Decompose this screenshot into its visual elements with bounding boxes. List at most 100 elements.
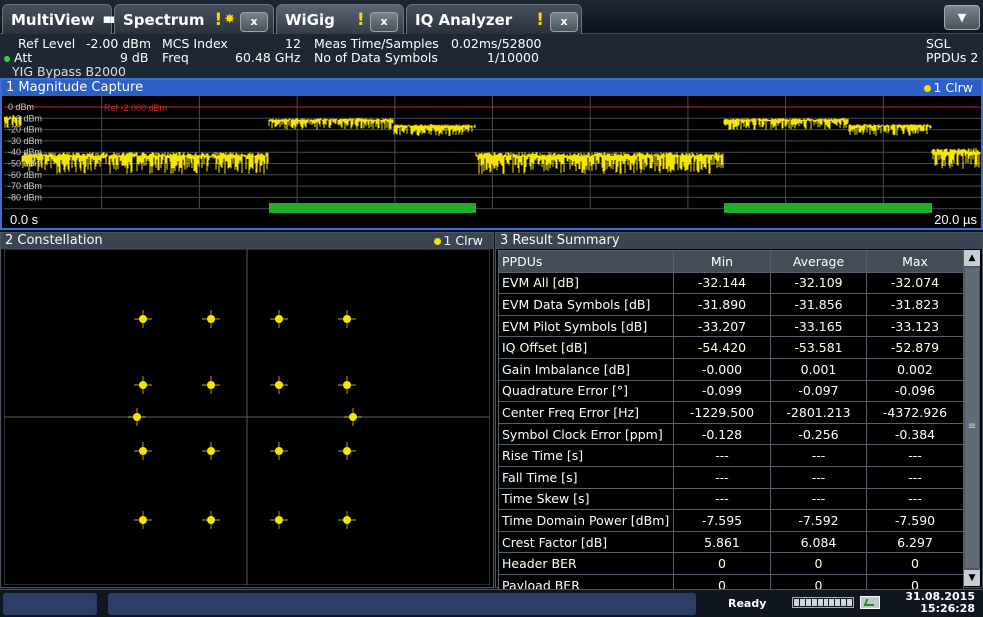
close-tab-button[interactable]: x (550, 12, 578, 32)
row-value: --- (770, 487, 867, 511)
window-title: 3 Result Summary (496, 233, 982, 249)
table-row[interactable]: Gain Imbalance [dB] -0.000 0.001 0.002 (498, 357, 964, 381)
table-row[interactable]: Fall Time [s] --- --- --- (498, 465, 964, 489)
tab-wigig[interactable]: WiGig ! x (276, 4, 404, 34)
constellation-point (338, 511, 356, 529)
column-header[interactable]: Average (770, 250, 867, 273)
table-row[interactable]: Quadrature Error [°] -0.099 -0.097 -0.096 (498, 379, 964, 403)
column-header[interactable]: Min (673, 250, 771, 273)
y-tick-label: -40 dBm (8, 147, 42, 157)
trace-label: 1 Clrw (933, 80, 974, 95)
att-value: 9 dB (120, 50, 149, 65)
table-row[interactable]: Crest Factor [dB] 5.861 6.084 6.297 (498, 530, 964, 554)
constellation-point (270, 511, 288, 529)
row-value: -33.123 (866, 314, 964, 338)
table-row[interactable]: Rise Time [s] --- --- --- (498, 444, 964, 467)
window-title: 2 Constellation (1, 233, 493, 249)
row-value: -31.856 (770, 293, 867, 316)
result-summary-window[interactable]: 3 Result Summary PPDUs Min Average Max E… (495, 232, 983, 597)
constellation-point (202, 511, 220, 529)
constellation-plot[interactable] (4, 249, 490, 585)
status-dot-icon (4, 55, 10, 62)
row-label: EVM Pilot Symbols [dB] (498, 314, 674, 338)
y-tick-label: -30 dBm (8, 136, 42, 146)
tab-multiview[interactable]: MultiView ▪▪ (2, 4, 118, 34)
row-value: -0.384 (866, 422, 964, 446)
row-value: -53.581 (770, 336, 867, 359)
row-value: --- (866, 444, 964, 467)
row-value: 0 (673, 552, 771, 575)
trace-indicator: 1 Clrw (433, 233, 483, 249)
table-row[interactable]: IQ Offset [dB] -54.420 -53.581 -52.879 (498, 336, 964, 359)
row-value: --- (770, 465, 867, 489)
row-label: Center Freq Error [Hz] (498, 401, 674, 424)
data-symbols-label: No of Data Symbols (314, 50, 438, 65)
close-tab-button[interactable]: x (370, 12, 398, 32)
constellation-point (202, 442, 220, 460)
status-field-left (3, 593, 97, 615)
vertical-scrollbar[interactable]: ▲ ≡ ▼ (964, 250, 980, 586)
sweep-mode: SGL (926, 36, 951, 51)
y-tick-label: -10 dBm (8, 113, 42, 123)
constellation-point (134, 376, 152, 394)
warning-icon: ! (356, 9, 365, 30)
tab-iq-analyzer[interactable]: IQ Analyzer ! x (406, 4, 582, 34)
row-label: Fall Time [s] (498, 465, 674, 489)
row-value: -7.590 (866, 509, 964, 532)
row-value: -32.109 (770, 271, 867, 295)
result-table: PPDUs Min Average Max EVM All [dB] -32.14… (498, 250, 964, 597)
tab-label: IQ Analyzer (415, 10, 513, 29)
row-value: --- (866, 465, 964, 489)
close-tab-button[interactable]: x (240, 12, 268, 32)
table-row[interactable]: EVM All [dB] -32.144 -32.109 -32.074 (498, 271, 964, 295)
mcs-index-value: 12 (285, 36, 301, 51)
table-row[interactable]: EVM Pilot Symbols [dB] -33.207 -33.165 -33.… (498, 314, 964, 338)
att-indicator: Att (4, 50, 32, 65)
table-row[interactable]: Header BER 0 0 0 (498, 552, 964, 575)
row-value: --- (673, 444, 771, 467)
column-header[interactable]: PPDUs (498, 250, 674, 273)
scroll-up-icon[interactable]: ▲ (964, 250, 980, 266)
row-label: Crest Factor [dB] (498, 530, 674, 554)
y-tick-label: -60 dBm (8, 170, 42, 180)
y-tick-label: -70 dBm (8, 181, 42, 191)
network-status-icon[interactable] (860, 596, 880, 609)
row-value: --- (866, 487, 964, 511)
row-value: -33.165 (770, 314, 867, 338)
constellation-point (134, 511, 152, 529)
freq-value: 60.48 GHz (235, 50, 301, 65)
mcs-index-label: MCS Index (162, 36, 228, 51)
constellation-window[interactable]: 2 Constellation 1 Clrw (0, 232, 494, 588)
y-tick-label: 0 dBm (8, 102, 34, 112)
column-header[interactable]: Max (866, 250, 964, 273)
constellation-point (270, 376, 288, 394)
row-value: -1229.500 (673, 401, 771, 424)
scroll-down-icon[interactable]: ▼ (964, 570, 980, 586)
table-row[interactable]: Symbol Clock Error [ppm] -0.128 -0.256 -0.3… (498, 422, 964, 446)
constellation-point (338, 376, 356, 394)
scroll-thumb[interactable]: ≡ (965, 268, 979, 568)
row-value: 0 (866, 552, 964, 575)
tab-spectrum[interactable]: Spectrum ! ✸ x (114, 4, 274, 34)
row-value: -2801.213 (770, 401, 867, 424)
table-row[interactable]: Center Freq Error [Hz] -1229.500 -2801.213… (498, 401, 964, 424)
table-row[interactable]: Time Skew [s] --- --- --- (498, 487, 964, 511)
constellation-point (202, 310, 220, 328)
tab-bar: MultiView ▪▪ Spectrum ! ✸ x WiGig ! x IQ… (0, 0, 983, 34)
constellation-point (270, 442, 288, 460)
row-value: 0.002 (866, 357, 964, 381)
row-value: 0 (770, 552, 867, 575)
table-row[interactable]: Time Domain Power [dBm] -7.595 -7.592 -7.59… (498, 509, 964, 532)
constellation-point (344, 408, 362, 426)
table-row[interactable]: EVM Data Symbols [dB] -31.890 -31.856 -31.8… (498, 293, 964, 316)
row-label: Quadrature Error [°] (498, 379, 674, 403)
row-value: -52.879 (866, 336, 964, 359)
ref-level-label: Ref Level (18, 36, 76, 51)
chevron-down-icon[interactable]: ▼ (944, 5, 980, 30)
magnitude-plot[interactable]: Ref -2.000 dBm 0 dBm-10 dBm -20 dBm-30 dB… (4, 96, 981, 228)
trace-dot-icon (433, 238, 441, 245)
magnitude-capture-window[interactable]: 1 Magnitude Capture 1 Clrw Ref -2.000 dB… (0, 78, 983, 230)
ref-level-value: -2.00 dBm (86, 36, 152, 51)
tab-label: Spectrum (123, 10, 205, 29)
row-label: Header BER (498, 552, 674, 575)
